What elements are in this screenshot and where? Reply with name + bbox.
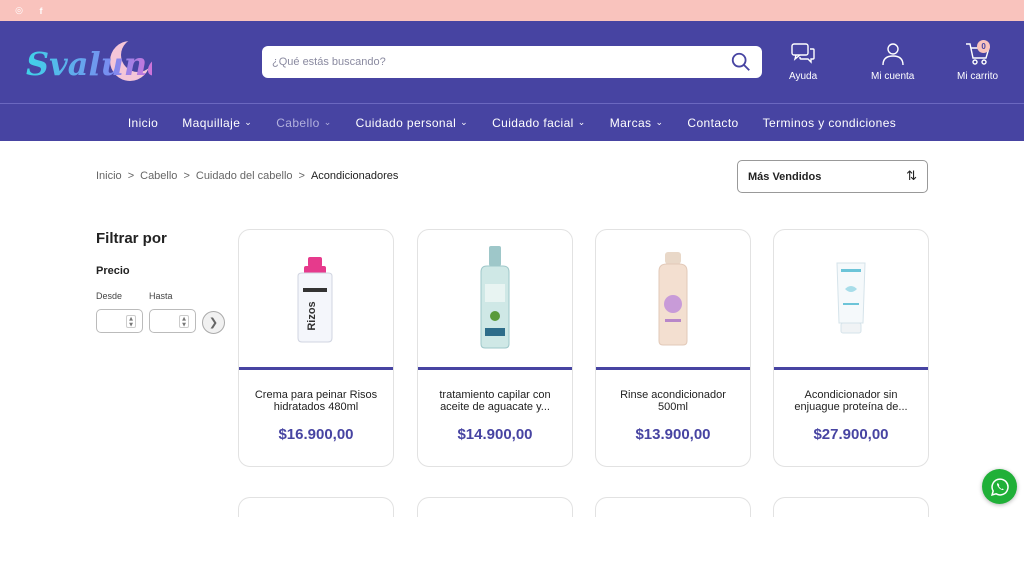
search-icon[interactable]: [730, 51, 752, 73]
product-name[interactable]: Acondicionador sin enjuague proteína de.…: [774, 370, 928, 426]
price-filter-label: Precio: [96, 265, 130, 277]
chevron-down-icon: ⌄: [577, 117, 586, 128]
account-label: Mi cuenta: [871, 71, 915, 82]
brand-logo[interactable]: Svaluna: [24, 33, 168, 97]
product-card[interactable]: Acondicionador sin enjuague proteína de.…: [773, 229, 929, 467]
product-card[interactable]: Rinse acondicionador 500ml $13.900,00: [595, 229, 751, 467]
product-image[interactable]: [596, 230, 750, 370]
chevron-down-icon: ⌄: [460, 117, 469, 128]
nav-label: Maquillaje: [182, 115, 241, 130]
nav-item-inicio[interactable]: Inicio: [116, 116, 170, 130]
instagram-icon[interactable]: ◎: [14, 6, 24, 16]
breadcrumb-separator: >: [127, 170, 135, 182]
nav-item-cabello[interactable]: Cabello ⌄: [264, 116, 343, 130]
product-price: $14.900,00: [457, 426, 533, 443]
price-from-label: Desde: [96, 291, 123, 301]
product-price: $27.900,00: [813, 426, 889, 443]
nav-item-marcas[interactable]: Marcas ⌄: [598, 116, 676, 130]
product-name[interactable]: tratamiento capilar con aceite de aguaca…: [418, 370, 572, 426]
filter-title: Filtrar por: [96, 230, 167, 247]
chevron-down-icon: ⌄: [655, 117, 664, 128]
chevron-down-icon: ⌄: [244, 117, 253, 128]
product-card-partial[interactable]: [238, 497, 394, 517]
help-button[interactable]: Ayuda: [789, 41, 817, 82]
whatsapp-icon: [990, 477, 1009, 496]
breadcrumb-separator: >: [183, 170, 190, 182]
logo-text: Svaluna: [26, 45, 152, 83]
nav-label: Terminos y condiciones: [762, 115, 897, 130]
whatsapp-button[interactable]: [982, 469, 1017, 504]
breadcrumb-link[interactable]: Cabello: [140, 170, 177, 182]
main-nav: Inicio Maquillaje ⌄ Cabello ⌄ Cuidado pers…: [0, 104, 1024, 141]
nav-label: Cabello: [276, 115, 320, 130]
cart-button[interactable]: Mi carrito 0: [957, 40, 999, 82]
spinner-icon[interactable]: ▲ ▼: [179, 315, 189, 328]
nav-item-contacto[interactable]: Contacto: [675, 116, 750, 130]
product-card-partial[interactable]: [417, 497, 573, 517]
nav-item-maquillaje[interactable]: Maquillaje ⌄: [170, 116, 264, 130]
breadcrumb: Inicio > Cabello > Cuidado del cabello >…: [96, 170, 398, 182]
nav-label: Inicio: [127, 115, 159, 130]
product-image[interactable]: Rizos: [239, 230, 393, 370]
nav-label: Marcas: [609, 115, 652, 130]
search-bar: [262, 46, 762, 78]
help-label: Ayuda: [789, 71, 818, 82]
sort-arrows-icon: ⇅: [906, 169, 917, 184]
breadcrumb-separator: >: [298, 170, 305, 182]
nav-label: Contacto: [687, 115, 739, 130]
nav-item-cuidado-facial[interactable]: Cuidado facial ⌄: [480, 116, 598, 130]
product-name[interactable]: Rinse acondicionador 500ml: [596, 370, 750, 426]
product-price: $16.900,00: [278, 426, 354, 443]
product-image[interactable]: [774, 230, 928, 370]
product-image[interactable]: [418, 230, 572, 370]
nav-label: Cuidado personal: [355, 115, 457, 130]
breadcrumb-link[interactable]: Inicio: [96, 170, 122, 182]
breadcrumb-link[interactable]: Cuidado del cabello: [196, 170, 293, 182]
sort-selected-label: Más Vendidos: [748, 170, 822, 183]
search-input[interactable]: [272, 56, 730, 68]
user-icon: [881, 43, 904, 66]
bottle-label-text: Rizos: [306, 301, 318, 330]
product-card[interactable]: tratamiento capilar con aceite de aguaca…: [417, 229, 573, 467]
sort-select[interactable]: Más Vendidos ⇅: [737, 160, 928, 193]
nav-item-terminos[interactable]: Terminos y condiciones: [751, 116, 909, 130]
breadcrumb-current: Acondicionadores: [310, 170, 399, 182]
product-card-partial[interactable]: [595, 497, 751, 517]
product-name[interactable]: Crema para peinar Risos hidratados 480ml: [239, 370, 393, 426]
price-to-label: Hasta: [149, 291, 173, 301]
chat-bubbles-icon: [791, 43, 815, 64]
chevron-down-icon: ⌄: [323, 117, 332, 128]
product-card-partial[interactable]: [773, 497, 929, 517]
product-price: $13.900,00: [635, 426, 711, 443]
price-to-input[interactable]: ▲ ▼: [149, 309, 196, 333]
facebook-icon[interactable]: f: [36, 6, 46, 16]
site-header: Svaluna Ayuda Mi cuenta Mi carrito 0: [0, 21, 1024, 104]
cart-label: Mi carrito: [957, 71, 999, 82]
price-from-input[interactable]: ▲ ▼: [96, 309, 143, 333]
product-card[interactable]: Rizos Crema para peinar Risos hidratados…: [238, 229, 394, 467]
account-button[interactable]: Mi cuenta: [871, 41, 914, 82]
chevron-right-icon: ❯: [208, 316, 219, 329]
nav-item-cuidado-personal[interactable]: Cuidado personal ⌄: [344, 116, 480, 130]
apply-price-filter-button[interactable]: ❯: [202, 311, 225, 334]
nav-label: Cuidado facial: [492, 115, 574, 130]
social-topbar: ◎ f: [0, 0, 1024, 21]
spinner-icon[interactable]: ▲ ▼: [126, 315, 136, 328]
